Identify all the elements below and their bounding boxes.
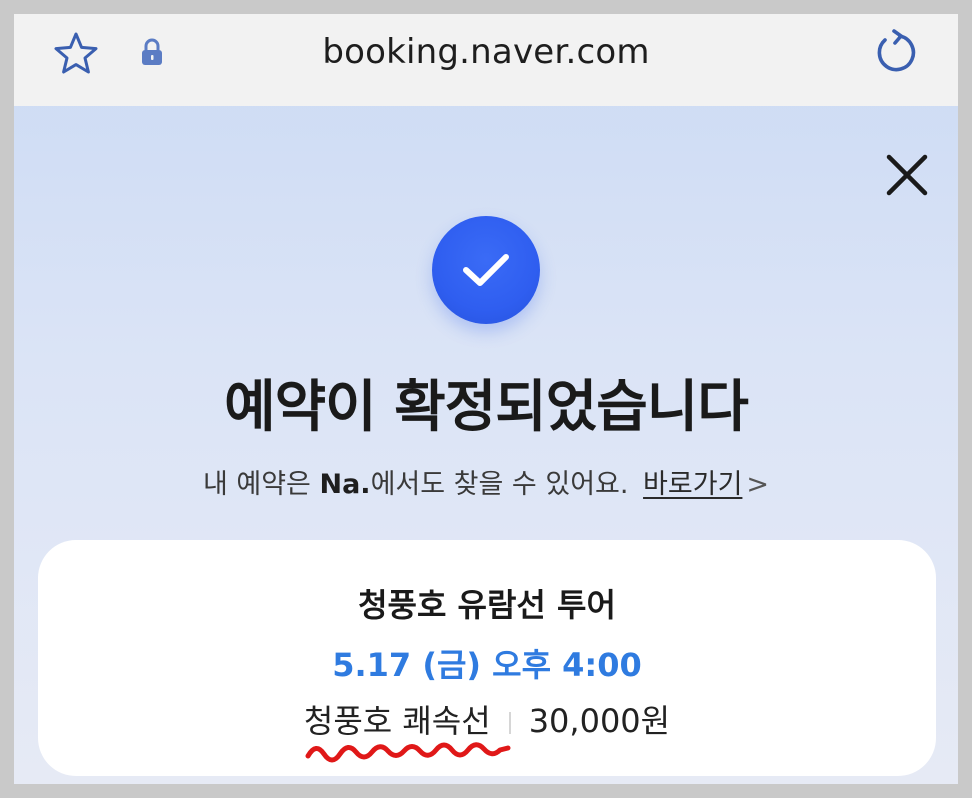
booking-card[interactable]: 청풍호 유람선 투어 5.17 (금) 오후 4:00 청풍호 쾌속선 30,00… <box>38 540 936 776</box>
shortcut-link[interactable]: 바로가기 <box>643 469 742 500</box>
na-brand-text: Na. <box>319 469 371 500</box>
chevron-right-icon[interactable]: > <box>746 469 769 500</box>
browser-address-bar: booking.naver.com <box>14 14 958 106</box>
subtitle-text-pre: 내 예약은 <box>202 469 320 500</box>
booking-name: 청풍호 유람선 투어 <box>358 586 616 624</box>
close-icon[interactable] <box>884 152 930 198</box>
subtitle: 내 예약은 Na.에서도 찾을 수 있어요. 바로가기 > <box>14 462 958 501</box>
booking-option: 청풍호 쾌속선 <box>303 702 491 740</box>
booking-price: 30,000원 <box>528 702 671 740</box>
check-icon <box>463 254 509 286</box>
page-title: 예약이 확정되었습니다 <box>224 375 749 440</box>
booking-datetime: 5.17 (금) 오후 4:00 <box>332 646 642 684</box>
confirmation-badge <box>432 216 540 324</box>
red-underline-annotation <box>305 742 511 763</box>
divider <box>508 712 511 734</box>
subtitle-text-post: 에서도 찾을 수 있어요. <box>370 469 629 500</box>
reload-icon[interactable] <box>870 26 922 78</box>
phone-screen: booking.naver.com 예약이 확정되었습니다 내 예약은 Na.에… <box>14 14 958 784</box>
url-text[interactable]: booking.naver.com <box>14 32 958 72</box>
